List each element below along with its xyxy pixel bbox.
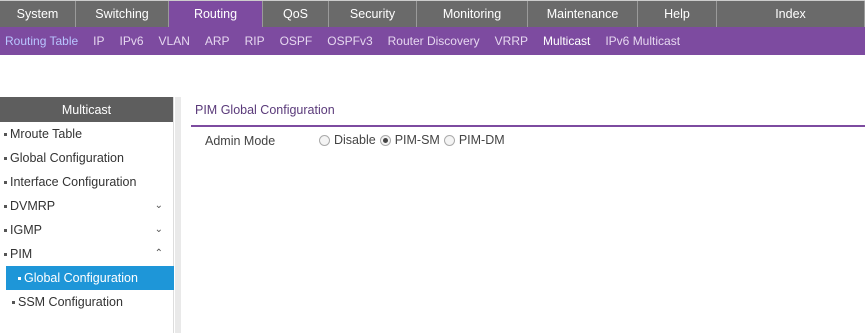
sidebar-item-pim[interactable]: PIM ⌃ <box>0 242 173 266</box>
sidebar-item-global-configuration-pim[interactable]: Global Configuration <box>6 266 174 290</box>
subnav-item-vrrp[interactable]: VRRP <box>495 34 528 48</box>
bullet-icon <box>4 180 7 184</box>
sidebar: Multicast Mroute Table Global Configurati… <box>0 97 174 333</box>
tab-system[interactable]: System <box>0 1 76 27</box>
radio-pim-dm[interactable]: PIM-DM <box>443 133 505 147</box>
subnav-item-vlan[interactable]: VLAN <box>159 34 190 48</box>
sidebar-item-ssm-configuration-pim[interactable]: SSM Configuration <box>0 290 173 314</box>
sidebar-item-label: Mroute Table <box>10 127 83 141</box>
bullet-icon <box>4 204 7 208</box>
tab-security[interactable]: Security <box>329 1 417 27</box>
admin-mode-label: Admin Mode <box>205 133 276 148</box>
radio-circle-icon[interactable] <box>319 134 330 146</box>
chevron-up-icon[interactable]: ⌃ <box>155 248 163 259</box>
radio-circle-icon[interactable] <box>379 134 391 146</box>
subnav-item-routing-table[interactable]: Routing Table <box>5 34 78 48</box>
section-underline <box>191 125 865 127</box>
tab-help[interactable]: Help <box>638 1 717 27</box>
sidebar-item-label: PIM <box>10 247 33 261</box>
subnav-item-router-discovery[interactable]: Router Discovery <box>388 34 480 48</box>
sidebar-item-label: SSM Configuration <box>18 295 123 309</box>
radio-label: PIM-DM <box>458 133 505 147</box>
sidebar-item-igmp[interactable]: IGMP ⌄ <box>0 218 173 242</box>
subnav-item-ipv6[interactable]: IPv6 <box>120 34 144 48</box>
sidebar-item-interface-configuration[interactable]: Interface Configuration <box>0 170 173 194</box>
bullet-icon <box>12 300 15 304</box>
subnav-item-ospfv3[interactable]: OSPFv3 <box>327 34 372 48</box>
bullet-icon <box>4 228 7 232</box>
admin-mode-radio-group: Disable PIM-SM PIM-DM <box>319 133 509 149</box>
sidebar-item-label: IGMP <box>10 223 42 237</box>
subnav-item-ip[interactable]: IP <box>93 34 104 48</box>
bullet-icon <box>18 276 21 280</box>
radio-label: PIM-SM <box>394 133 440 147</box>
tab-routing[interactable]: Routing <box>169 1 263 27</box>
radio-label: Disable <box>334 133 376 147</box>
chevron-down-icon[interactable]: ⌄ <box>155 224 163 235</box>
top-navigation: System Switching Routing QoS Security Monitor… <box>0 0 865 27</box>
sidebar-header: Multicast <box>0 97 173 122</box>
subnav-item-multicast[interactable]: Multicast <box>543 34 590 48</box>
subnav-item-rip[interactable]: RIP <box>245 34 265 48</box>
main-content: PIM Global Configuration Admin Mode Disa… <box>183 97 865 148</box>
tab-qos[interactable]: QoS <box>263 1 329 27</box>
subnav-item-ospf[interactable]: OSPF <box>280 34 313 48</box>
sidebar-item-global-configuration[interactable]: Global Configuration <box>0 146 173 170</box>
sidebar-item-label: Global Configuration <box>24 271 138 285</box>
sidebar-item-label: Global Configuration <box>10 151 124 165</box>
tab-monitoring[interactable]: Monitoring <box>417 1 528 27</box>
tab-switching[interactable]: Switching <box>76 1 169 27</box>
admin-mode-row: Admin Mode Disable PIM-SM PIM-DM <box>205 133 509 149</box>
radio-circle-icon[interactable] <box>443 134 455 146</box>
tab-index[interactable]: Index <box>717 1 865 27</box>
sidebar-item-label: DVMRP <box>10 199 56 213</box>
subnav-item-arp[interactable]: ARP <box>205 34 230 48</box>
radio-disable[interactable]: Disable <box>319 133 376 147</box>
chevron-down-icon[interactable]: ⌄ <box>155 200 163 211</box>
bullet-icon <box>4 252 7 256</box>
tab-maintenance[interactable]: Maintenance <box>528 1 638 27</box>
bullet-icon <box>4 156 7 160</box>
sidebar-divider <box>175 97 181 333</box>
sidebar-item-dvmrp[interactable]: DVMRP ⌄ <box>0 194 173 218</box>
sidebar-item-mroute-table[interactable]: Mroute Table <box>0 122 173 146</box>
sidebar-item-label: Interface Configuration <box>10 175 137 189</box>
subnav-item-ipv6-multicast[interactable]: IPv6 Multicast <box>605 34 680 48</box>
radio-pim-sm[interactable]: PIM-SM <box>379 133 440 147</box>
bullet-icon <box>4 132 7 136</box>
sub-navigation: Routing Table IP IPv6 VLAN ARP RIP OSPF OSPFv3 R… <box>0 27 865 55</box>
section-title: PIM Global Configuration <box>195 103 335 117</box>
